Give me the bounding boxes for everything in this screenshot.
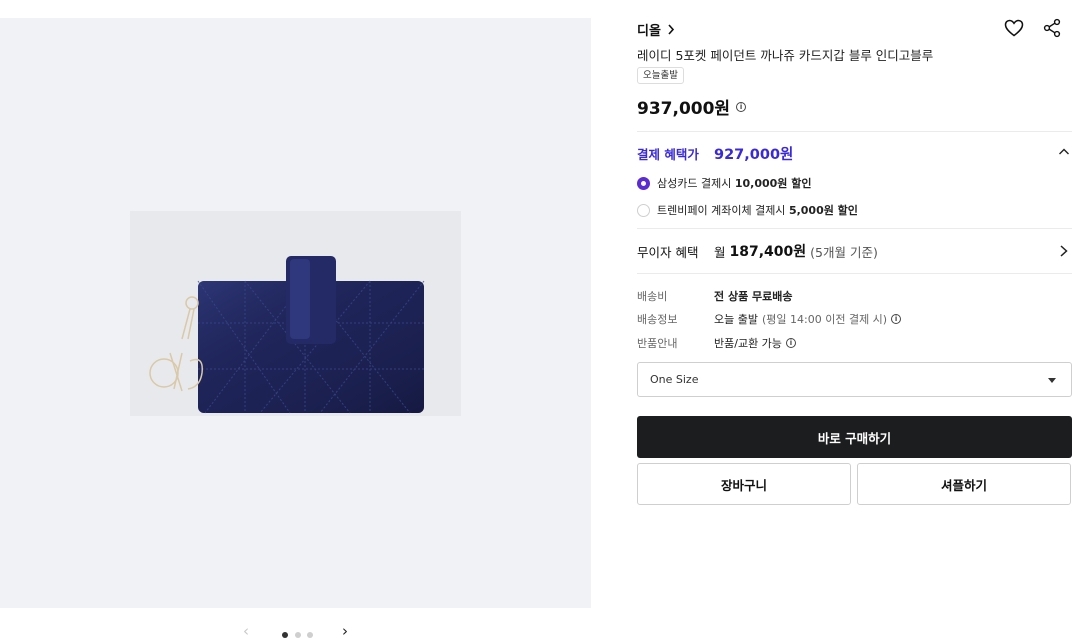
pager-dot[interactable] — [307, 632, 313, 638]
product-info-panel: 디올 레이디 5포켓 페이던트 까나쥬 카드지갑 블루 인디고블루 오늘출발 9… — [637, 0, 1072, 639]
info-icon[interactable]: i — [736, 101, 747, 112]
divider — [637, 273, 1072, 274]
header-actions — [1002, 16, 1064, 40]
share-buy-button[interactable]: 셔플하기 — [857, 463, 1071, 505]
radio-selected[interactable] — [637, 176, 650, 190]
return-row: 반품안내 반품/교환 가능 i — [637, 335, 796, 351]
installment-prefix: 월 — [714, 244, 726, 260]
shipping-info-value: 오늘 출발 — [714, 313, 758, 326]
chevron-left-icon[interactable]: ‹ — [243, 624, 249, 639]
benefit-option-text: 트렌비페이 계좌이체 결제시 5,000원 할인 — [657, 204, 858, 217]
benefit-price: 927,000원 — [714, 146, 794, 163]
buy-now-button[interactable]: 바로 구매하기 — [637, 416, 1072, 458]
pager-dot[interactable] — [295, 632, 301, 638]
product-gallery — [0, 18, 591, 608]
return-value: 반품/교환 가능 — [714, 337, 782, 350]
divider — [637, 228, 1072, 229]
option-select-value: One Size — [650, 373, 699, 386]
card-wallet-illustration — [130, 211, 461, 416]
gallery-pager: ‹ › — [0, 622, 591, 639]
info-icon[interactable]: i — [785, 338, 796, 348]
caret-down-icon — [1048, 378, 1056, 383]
chevron-up-icon[interactable] — [1058, 146, 1070, 158]
chevron-right-icon — [668, 24, 674, 35]
product-title: 레이디 5포켓 페이던트 까나쥬 카드지갑 블루 인디고블루 — [637, 48, 934, 63]
installment-amount: 187,400원 — [729, 244, 807, 260]
chevron-right-icon[interactable] — [1058, 244, 1070, 258]
info-icon[interactable]: i — [891, 314, 902, 324]
benefit-option-trenbi[interactable]: 트렌비페이 계좌이체 결제시 5,000원 할인 — [637, 201, 858, 219]
installment-row[interactable]: 무이자 혜택 월 187,400원 (5개월 기준) — [637, 240, 1072, 262]
benefit-label: 결제 혜택가 — [637, 146, 699, 162]
product-photo[interactable] — [130, 211, 461, 416]
shipping-info-value-wrap: 오늘 출발 (평일 14:00 이전 결제 시) i — [714, 311, 902, 327]
divider — [637, 131, 1072, 132]
installment-label: 무이자 혜택 — [637, 244, 699, 260]
installment-note: (5개월 기준) — [810, 244, 878, 260]
payment-benefit-row[interactable]: 결제 혜택가 927,000원 — [637, 142, 1072, 164]
option-select[interactable]: One Size — [637, 362, 1072, 397]
heart-icon[interactable] — [1002, 16, 1026, 40]
shipping-fee-row: 배송비 전 상품 무료배송 — [637, 288, 793, 304]
share-icon[interactable] — [1040, 16, 1064, 40]
shipping-fee-label: 배송비 — [637, 290, 668, 303]
shipping-info-label: 배송정보 — [637, 313, 678, 326]
brand-link[interactable]: 디올 — [637, 20, 675, 39]
return-label: 반품안내 — [637, 337, 678, 350]
pager-dot-active[interactable] — [282, 632, 288, 638]
shipping-info-row: 배송정보 오늘 출발 (평일 14:00 이전 결제 시) i — [637, 311, 902, 327]
return-value-wrap: 반품/교환 가능 i — [714, 335, 796, 351]
shipping-info-detail: (평일 14:00 이전 결제 시) — [761, 313, 888, 326]
brand-name: 디올 — [637, 24, 661, 39]
cart-button[interactable]: 장바구니 — [637, 463, 851, 505]
benefit-option-samsung[interactable]: 삼성카드 결제시 10,000원 할인 — [637, 174, 811, 192]
shipping-tag: 오늘출발 — [637, 67, 684, 84]
product-price-row: 937,000원 i — [637, 94, 747, 119]
product-price: 937,000원 — [637, 99, 731, 119]
benefit-option-text: 삼성카드 결제시 10,000원 할인 — [657, 177, 812, 190]
chevron-right-icon[interactable]: › — [342, 624, 348, 639]
radio-unselected[interactable] — [637, 203, 650, 217]
shipping-fee-value: 전 상품 무료배송 — [714, 290, 793, 303]
